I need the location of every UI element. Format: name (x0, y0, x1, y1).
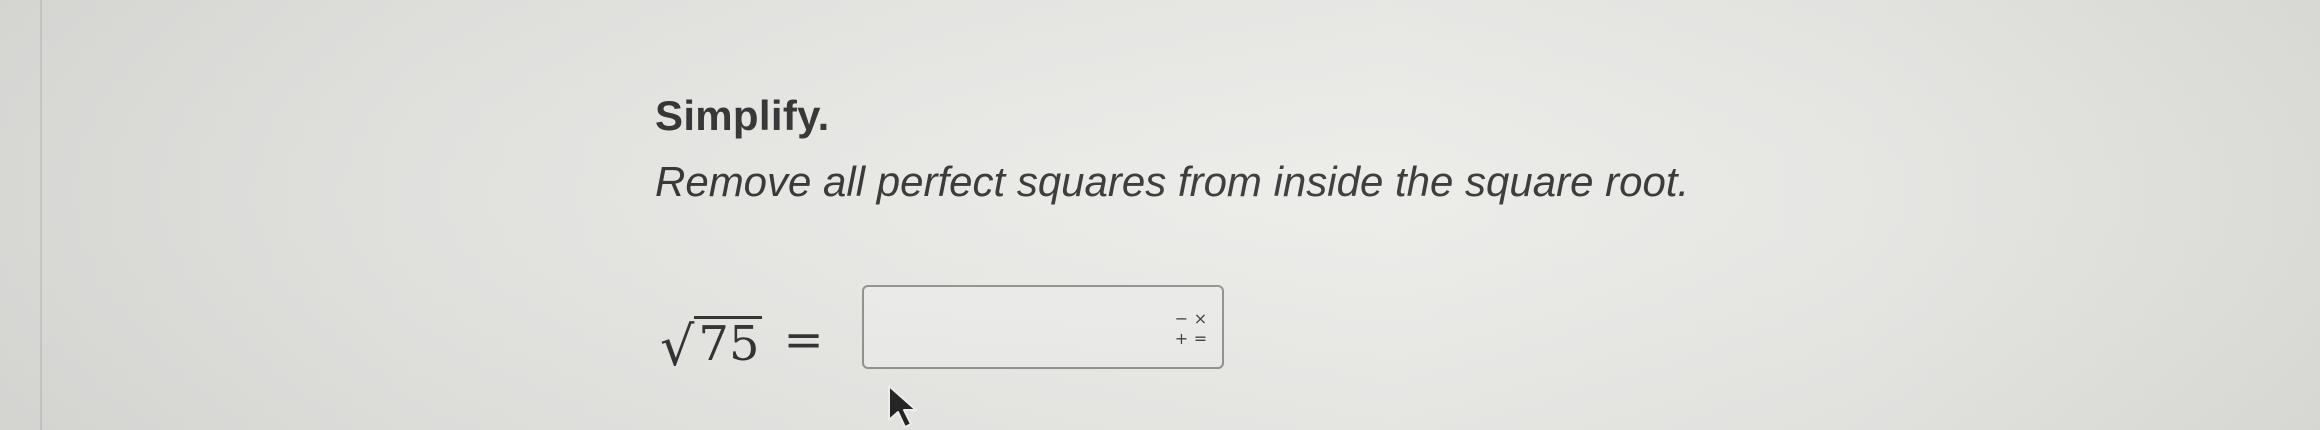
radicand: 75 (694, 316, 762, 370)
equals-sign: = (783, 312, 824, 368)
radical-sign: √ (660, 314, 695, 378)
keypad-equals: = (1193, 329, 1208, 348)
keypad-plus: + (1174, 329, 1189, 348)
mouse-pointer-icon (888, 385, 917, 428)
equation: √ 75 = (660, 300, 824, 380)
question-instruction: Remove all perfect squares from inside t… (655, 158, 1690, 205)
keypad-minus: − (1174, 309, 1189, 328)
question-title: Simplify. (655, 92, 830, 139)
answer-input[interactable] (870, 293, 1154, 363)
keypad-times: × (1193, 309, 1208, 328)
page-left-border (40, 0, 42, 430)
answer-box[interactable]: − × + = (862, 285, 1224, 369)
square-root-expression: √ 75 (660, 310, 762, 373)
math-keypad-icon[interactable]: − × + = (1172, 309, 1210, 349)
